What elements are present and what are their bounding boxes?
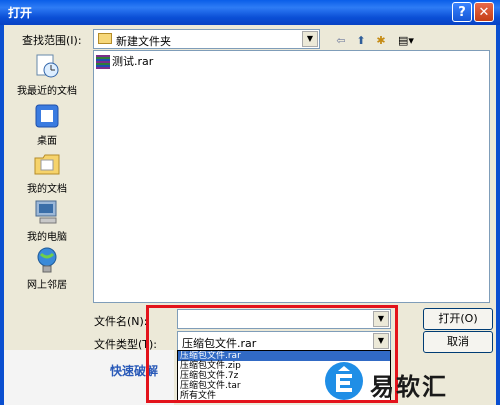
place-label: 桌面 [37,136,57,147]
file-name-label: 文件名(N): [94,315,148,328]
views-menu-icon[interactable]: ▤▾ [393,33,419,49]
file-type-value: 压缩包文件.rar [182,337,257,350]
places-bar: 我最近的文档 桌面 我的文档 我的电脑 网上邻居 [8,52,86,292]
place-network-places[interactable]: 网上邻居 [8,246,86,291]
close-button[interactable]: ✕ [474,2,494,22]
place-label: 网上邻居 [27,280,67,291]
list-item[interactable]: 测试.rar [96,53,153,69]
file-name-input[interactable]: ▼ [177,309,391,329]
background-text: 快速破解 [110,364,159,378]
look-in-label: 查找范围(I): [22,34,82,47]
file-list[interactable]: 测试.rar [93,50,490,303]
look-in-value: 新建文件夹 [116,35,171,48]
watermark-logo-icon [325,362,363,400]
window-frame-right [496,25,500,405]
up-folder-icon[interactable]: ⬆ [353,33,369,49]
watermark-text: 易软汇 [370,373,448,401]
file-type-option[interactable]: 压缩包文件.rar [178,351,390,361]
folder-icon [98,33,112,44]
chevron-down-icon[interactable]: ▼ [302,31,318,47]
place-my-computer[interactable]: 我的电脑 [8,198,86,243]
cancel-button[interactable]: 取消 [423,331,493,353]
place-recent-documents[interactable]: 我最近的文档 [8,52,86,97]
open-button[interactable]: 打开(O) [423,308,493,330]
desktop-icon [33,102,61,130]
back-icon[interactable]: ⇦ [333,33,349,49]
window-frame-left [0,25,4,405]
rar-archive-icon [96,55,110,69]
watermark: 易软汇 [325,362,495,402]
place-label: 我的文档 [27,184,67,195]
my-documents-icon [33,150,61,178]
file-name: 测试.rar [112,55,154,68]
place-label: 我的电脑 [27,232,67,243]
place-my-documents[interactable]: 我的文档 [8,150,86,195]
title-bar: 打开 ? ✕ [0,0,500,25]
new-folder-icon[interactable]: ✱ [373,33,389,49]
file-type-dropdown[interactable]: 压缩包文件.rar ▼ [177,331,391,351]
chevron-down-icon[interactable]: ▼ [373,311,389,327]
window-title: 打开 [8,6,33,20]
place-label: 我最近的文档 [17,86,77,97]
my-computer-icon [33,198,61,226]
chevron-down-icon[interactable]: ▼ [373,333,389,349]
network-places-icon [33,246,61,274]
look-in-dropdown[interactable]: 新建文件夹 ▼ [93,29,320,49]
help-button[interactable]: ? [452,2,472,22]
recent-documents-icon [33,52,61,80]
place-desktop[interactable]: 桌面 [8,102,86,147]
